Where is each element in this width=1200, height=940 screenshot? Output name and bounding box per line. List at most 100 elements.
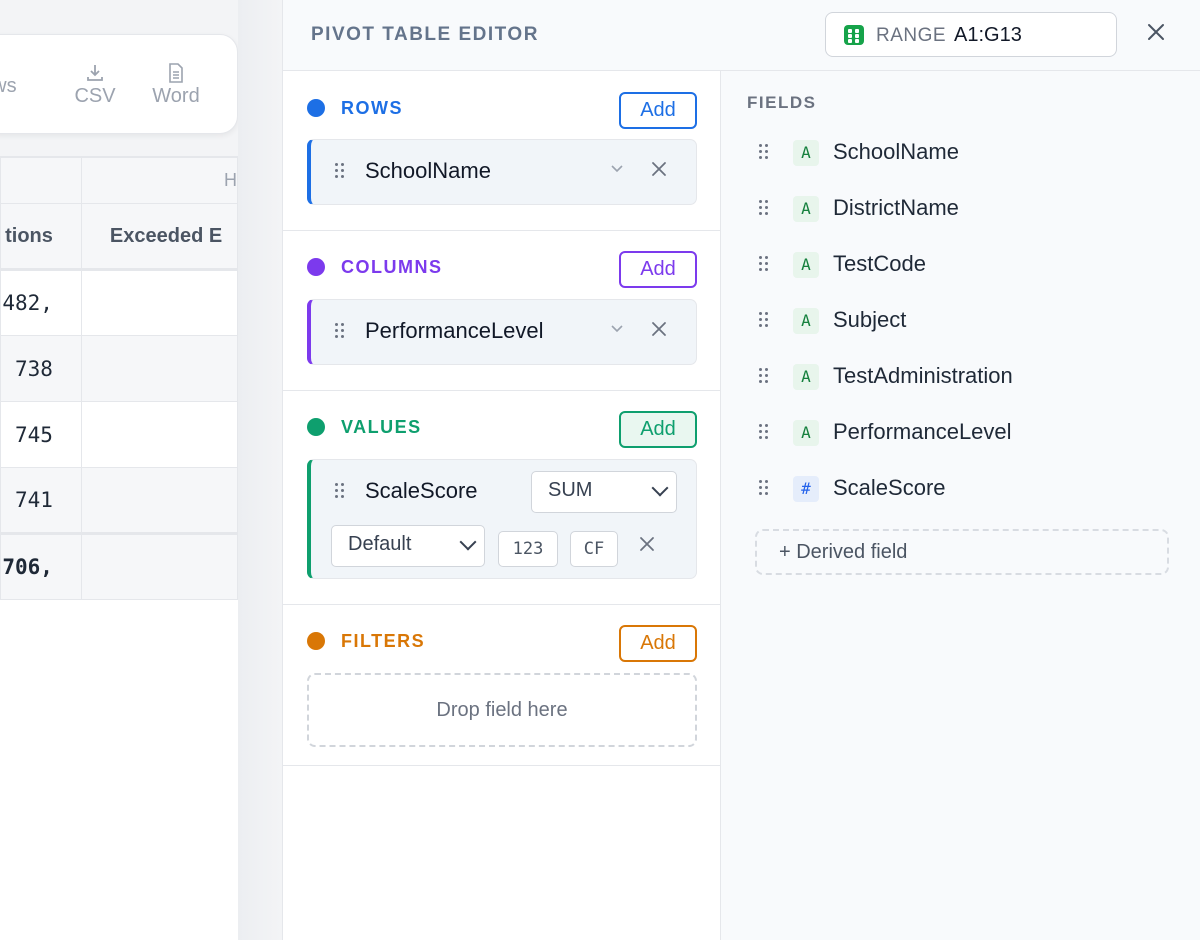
drag-handle-icon[interactable] [335, 323, 347, 341]
field-item-scalescore[interactable]: # ScaleScore [759, 470, 1179, 510]
drag-handle-icon[interactable] [759, 480, 771, 498]
panel-title: PIVOT TABLE EDITOR [311, 24, 539, 45]
columns-zone-dot [307, 258, 325, 276]
chevron-down-icon[interactable] [609, 320, 625, 341]
table-cell[interactable]: ,482 [0, 269, 82, 336]
spreadsheet-icon [844, 25, 864, 45]
table-row: ,482 [0, 269, 239, 336]
table-row: 745 [0, 401, 239, 468]
rows-add-button[interactable]: Add [619, 92, 697, 129]
field-name: ScaleScore [833, 475, 946, 500]
field-item-subject[interactable]: A Subject [759, 302, 1179, 342]
rows-field-name: SchoolName [365, 158, 491, 183]
columns-zone: COLUMNS Add PerformanceLevel [283, 231, 721, 391]
rows-field-pill[interactable]: SchoolName [307, 139, 697, 205]
columns-field-pill[interactable]: PerformanceLevel [307, 299, 697, 365]
field-name: Subject [833, 307, 907, 332]
table-cell[interactable]: 741 [0, 467, 82, 534]
field-name: SchoolName [833, 139, 959, 164]
close-panel-button[interactable] [1141, 20, 1171, 50]
values-zone-title: VALUES [341, 417, 422, 437]
remove-columns-field-icon[interactable] [649, 319, 669, 344]
table-cell [0, 157, 82, 204]
remove-values-field-icon[interactable] [637, 534, 657, 559]
field-name: TestAdministration [833, 363, 1013, 388]
field-item-districtname[interactable]: A DistrictName [759, 190, 1179, 230]
filters-zone: FILTERS Add Drop field here [283, 605, 721, 766]
table-cell[interactable] [80, 532, 239, 600]
values-field-pill[interactable]: ScaleScore SUM Default 123 CF [307, 459, 697, 579]
table-cell[interactable]: 745 [0, 401, 82, 468]
filters-add-button[interactable]: Add [619, 625, 697, 662]
chevron-down-icon [651, 479, 669, 497]
filters-dropzone[interactable]: Drop field here [307, 673, 697, 747]
table-cell[interactable]: ,706 [0, 532, 82, 600]
download-icon [73, 63, 117, 85]
export-rows-button[interactable]: ows [0, 75, 17, 98]
table-cell[interactable] [80, 335, 239, 402]
export-rows-label: ows [0, 75, 17, 97]
range-selector[interactable]: RANGE A1:G13 [825, 12, 1117, 57]
drag-handle-icon[interactable] [759, 312, 771, 330]
pivot-editor-panel: PIVOT TABLE EDITOR RANGE A1:G13 ROWS Add [282, 0, 1200, 940]
document-icon [149, 63, 203, 85]
format-select[interactable]: Default [331, 525, 485, 567]
columns-field-name: PerformanceLevel [365, 318, 544, 343]
table-header-group-row: H [0, 157, 239, 204]
table-cell[interactable] [80, 467, 239, 534]
remove-rows-field-icon[interactable] [649, 159, 669, 184]
field-item-testadministration[interactable]: A TestAdministration [759, 358, 1179, 398]
text-type-icon: A [793, 140, 819, 166]
column-header[interactable]: Exceeded E [80, 203, 239, 271]
table-header-row: tions Exceeded E [0, 203, 239, 271]
text-type-icon: A [793, 308, 819, 334]
text-type-icon: A [793, 420, 819, 446]
fields-list-panel: FIELDS A SchoolName A DistrictName A Tes… [721, 71, 1200, 940]
field-item-performancelevel[interactable]: A PerformanceLevel [759, 414, 1179, 454]
conditional-format-button[interactable]: CF [570, 531, 618, 567]
text-type-icon: A [793, 364, 819, 390]
values-field-name: ScaleScore [365, 478, 478, 503]
export-csv-button[interactable]: CSV [73, 63, 117, 108]
rows-zone-title: ROWS [341, 98, 403, 118]
drag-handle-icon[interactable] [759, 144, 771, 162]
field-name: PerformanceLevel [833, 419, 1012, 444]
export-word-button[interactable]: Word [149, 63, 203, 108]
field-item-testcode[interactable]: A TestCode [759, 246, 1179, 286]
panel-header: PIVOT TABLE EDITOR RANGE A1:G13 [283, 0, 1200, 71]
table-cell[interactable] [80, 269, 239, 336]
chevron-down-icon[interactable] [609, 160, 625, 181]
drag-handle-icon[interactable] [759, 368, 771, 386]
table-row: 738 [0, 335, 239, 402]
drag-handle-icon[interactable] [759, 200, 771, 218]
field-name: DistrictName [833, 195, 959, 220]
columns-add-button[interactable]: Add [619, 251, 697, 288]
text-type-icon: A [793, 196, 819, 222]
drag-handle-icon[interactable] [759, 424, 771, 442]
drag-handle-icon[interactable] [759, 256, 771, 274]
table-cell[interactable] [80, 401, 239, 468]
text-type-icon: A [793, 252, 819, 278]
add-derived-field-button[interactable]: + Derived field [755, 529, 1169, 575]
filters-zone-dot [307, 632, 325, 650]
aggregation-select[interactable]: SUM [531, 471, 677, 513]
table-row: 741 [0, 467, 239, 534]
table-cell: H [80, 157, 239, 204]
values-zone: VALUES Add ScaleScore SUM Default 123 CF [283, 391, 721, 605]
values-add-button[interactable]: Add [619, 411, 697, 448]
column-header[interactable]: tions [0, 203, 82, 271]
table-cell[interactable]: 738 [0, 335, 82, 402]
range-label: RANGE [876, 25, 947, 46]
field-name: TestCode [833, 251, 926, 276]
number-format-button[interactable]: 123 [498, 531, 558, 567]
field-item-schoolname[interactable]: A SchoolName [759, 134, 1179, 174]
number-type-icon: # [793, 476, 819, 502]
columns-zone-title: COLUMNS [341, 257, 443, 277]
export-toolbar: ows CSV Word [0, 34, 238, 134]
drag-handle-icon[interactable] [335, 163, 347, 181]
export-word-label: Word [152, 85, 200, 107]
drag-handle-icon[interactable] [335, 483, 347, 501]
chevron-down-icon [459, 533, 477, 551]
rows-zone: ROWS Add SchoolName [283, 71, 721, 231]
filters-zone-title: FILTERS [341, 631, 426, 651]
